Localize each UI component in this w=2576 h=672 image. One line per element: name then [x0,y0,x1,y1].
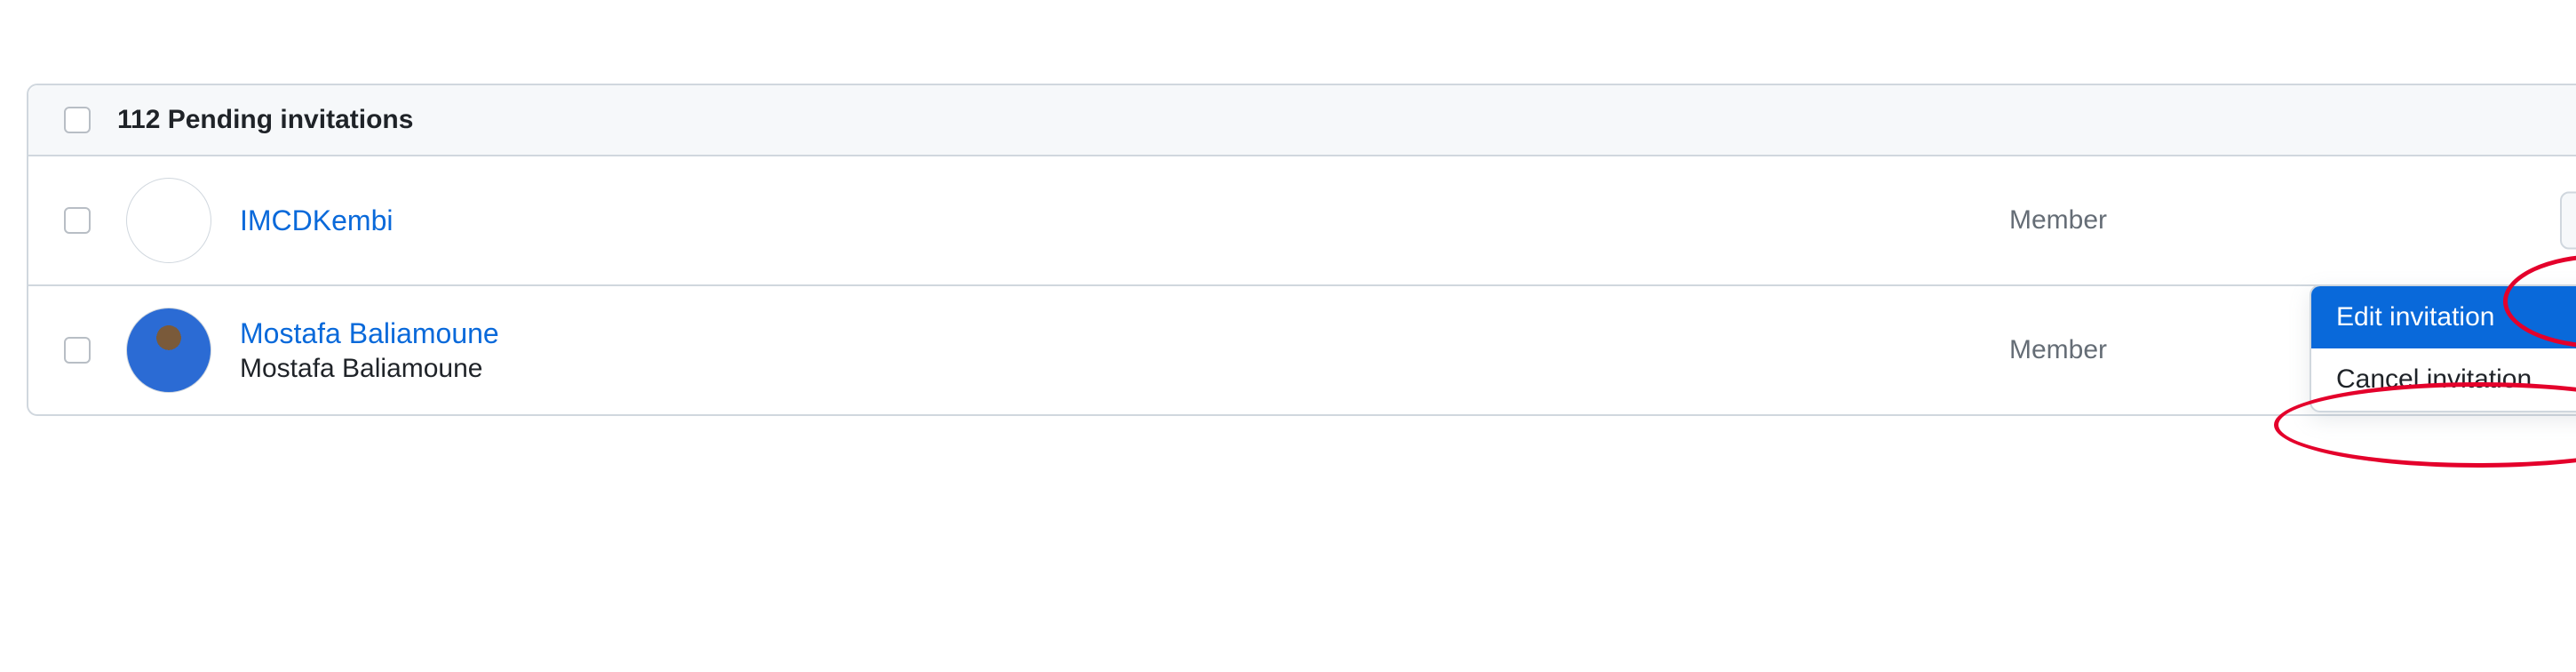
select-all-checkbox[interactable] [64,107,91,133]
role-label: Member [2009,205,2107,236]
display-name: Mostafa Baliamoune [240,354,499,384]
panel-header: 112 Pending invitations [28,85,2576,156]
identity-block: Mostafa Baliamoune Mostafa Baliamoune [240,317,499,384]
dropdown-item-cancel-invitation[interactable]: Cancel invitation [2311,348,2576,411]
username-link[interactable]: Mostafa Baliamoune [240,317,499,350]
avatar [126,178,211,263]
avatar [126,308,211,393]
role-label: Member [2009,335,2107,365]
row-checkbox[interactable] [64,207,91,234]
panel-title: 112 Pending invitations [117,105,413,135]
pending-invitations-panel: 112 Pending invitations IMCDKembi Member… [27,84,2576,416]
invitation-row: IMCDKembi Member Edit invitation Cancel … [28,156,2576,286]
username-link[interactable]: IMCDKembi [240,204,393,237]
row-settings-dropdown: Edit invitation Cancel invitation [2310,284,2576,412]
row-checkbox[interactable] [64,337,91,364]
identity-block: IMCDKembi [240,204,393,237]
row-settings-button[interactable] [2560,192,2576,250]
invitation-row: Mostafa Baliamoune Mostafa Baliamoune Me… [28,286,2576,414]
dropdown-item-edit-invitation[interactable]: Edit invitation [2311,286,2576,348]
